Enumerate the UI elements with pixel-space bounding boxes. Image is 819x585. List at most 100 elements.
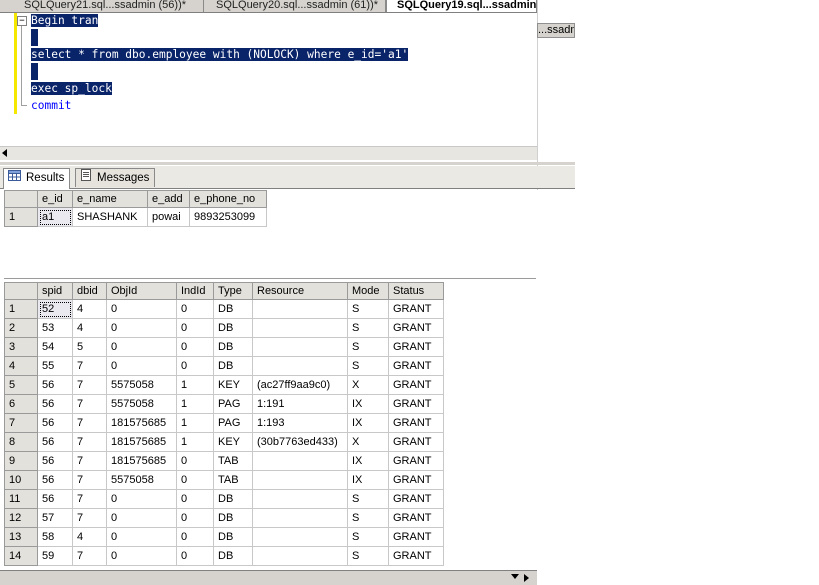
table-cell[interactable]: S (347, 546, 389, 566)
table-cell[interactable]: GRANT (388, 527, 444, 547)
table-cell[interactable]: 57 (37, 508, 73, 528)
table-row[interactable]: 2 53 4 0 0 DB S GRANT (4, 318, 444, 338)
table-cell[interactable]: GRANT (388, 451, 444, 471)
table-row[interactable]: 4 55 7 0 0 DB S GRANT (4, 356, 444, 376)
table-cell[interactable]: 7 (72, 413, 107, 433)
table-cell[interactable]: 54 (37, 337, 73, 357)
column-header[interactable]: Mode (347, 282, 389, 300)
table-cell[interactable] (252, 299, 348, 319)
table-cell[interactable]: GRANT (388, 375, 444, 395)
table-cell[interactable]: 56 (37, 432, 73, 452)
column-header[interactable]: Status (388, 282, 444, 300)
tab-sqlquery20[interactable]: SQLQuery20.sql...ssadmin (61))* (204, 0, 386, 12)
table-cell[interactable]: 181575685 (106, 432, 177, 452)
table-cell[interactable]: S (347, 356, 389, 376)
table-cell[interactable]: TAB (213, 451, 253, 471)
table-cell[interactable]: DB (213, 546, 253, 566)
table-cell[interactable]: 7 (72, 432, 107, 452)
table-cell[interactable]: 53 (37, 318, 73, 338)
table-cell[interactable]: 0 (176, 318, 214, 338)
row-number[interactable]: 13 (4, 527, 38, 547)
side-panel-tab[interactable]: ...ssadm (537, 23, 575, 38)
table-cell[interactable] (252, 489, 348, 509)
table-cell[interactable]: S (347, 318, 389, 338)
results-scrollbar[interactable] (0, 570, 537, 585)
column-header[interactable]: IndId (176, 282, 214, 300)
table-row[interactable]: 1 a1 SHASHANK powai 9893253099 (4, 207, 267, 227)
column-header[interactable]: dbid (72, 282, 107, 300)
table-cell[interactable] (252, 356, 348, 376)
table-cell[interactable]: powai (147, 207, 190, 227)
table-row[interactable]: 6 56 7 5575058 1 PAG 1:191 IX GRANT (4, 394, 444, 414)
table-cell[interactable] (252, 508, 348, 528)
grid-corner[interactable] (4, 282, 38, 300)
column-header[interactable]: e_add (147, 190, 190, 208)
table-cell[interactable]: 7 (72, 489, 107, 509)
table-cell[interactable]: DB (213, 356, 253, 376)
table-cell[interactable]: GRANT (388, 337, 444, 357)
table-cell[interactable]: 0 (106, 299, 177, 319)
table-cell[interactable]: 0 (106, 337, 177, 357)
table-row[interactable]: 3 54 5 0 0 DB S GRANT (4, 337, 444, 357)
table-cell[interactable]: DB (213, 508, 253, 528)
row-number[interactable]: 2 (4, 318, 38, 338)
row-number[interactable]: 9 (4, 451, 38, 471)
table-cell[interactable]: S (347, 508, 389, 528)
table-cell[interactable]: 5575058 (106, 375, 177, 395)
row-number[interactable]: 8 (4, 432, 38, 452)
table-cell[interactable]: 0 (176, 546, 214, 566)
table-cell[interactable]: 56 (37, 413, 73, 433)
table-cell[interactable]: PAG (213, 413, 253, 433)
table-cell[interactable]: 55 (37, 356, 73, 376)
table-cell[interactable]: X (347, 375, 389, 395)
table-cell[interactable]: 56 (37, 451, 73, 471)
table-cell[interactable]: 5575058 (106, 470, 177, 490)
table-cell[interactable]: 0 (176, 299, 214, 319)
collapse-icon[interactable]: − (17, 16, 27, 26)
row-number[interactable]: 6 (4, 394, 38, 414)
scroll-down-icon[interactable] (511, 574, 519, 579)
column-header[interactable]: e_phone_no (189, 190, 267, 208)
table-cell[interactable]: IX (347, 394, 389, 414)
row-number[interactable]: 1 (4, 207, 38, 227)
table-cell[interactable]: 1:193 (252, 413, 348, 433)
table-row[interactable]: 8 56 7 181575685 1 KEY (30b7763ed433) X GRANT (4, 432, 444, 452)
table-cell[interactable]: (30b7763ed433) (252, 432, 348, 452)
table-cell[interactable]: DB (213, 527, 253, 547)
row-number[interactable]: 11 (4, 489, 38, 509)
row-number[interactable]: 5 (4, 375, 38, 395)
table-cell[interactable]: 7 (72, 356, 107, 376)
table-row[interactable]: 12 57 7 0 0 DB S GRANT (4, 508, 444, 528)
table-cell[interactable]: GRANT (388, 318, 444, 338)
table-cell[interactable]: 0 (176, 508, 214, 528)
table-cell[interactable]: 4 (72, 527, 107, 547)
table-cell[interactable]: IX (347, 451, 389, 471)
table-cell[interactable]: 52 (37, 299, 73, 319)
scroll-left-icon[interactable] (2, 149, 7, 157)
table-cell[interactable]: GRANT (388, 470, 444, 490)
table-row[interactable]: 11 56 7 0 0 DB S GRANT (4, 489, 444, 509)
row-number[interactable]: 4 (4, 356, 38, 376)
table-cell[interactable]: GRANT (388, 489, 444, 509)
tab-messages[interactable]: Messages (75, 168, 156, 187)
table-cell[interactable]: 7 (72, 394, 107, 414)
scroll-right-icon[interactable] (524, 574, 529, 582)
table-row[interactable]: 7 56 7 181575685 1 PAG 1:193 IX GRANT (4, 413, 444, 433)
table-cell[interactable]: GRANT (388, 413, 444, 433)
table-cell[interactable]: 0 (106, 546, 177, 566)
table-cell[interactable]: 181575685 (106, 451, 177, 471)
table-cell[interactable]: 4 (72, 299, 107, 319)
table-cell[interactable]: 0 (176, 356, 214, 376)
row-number[interactable]: 14 (4, 546, 38, 566)
table-cell[interactable]: GRANT (388, 432, 444, 452)
table-cell[interactable]: 1:191 (252, 394, 348, 414)
table-cell[interactable]: 56 (37, 375, 73, 395)
tab-sqlquery21[interactable]: SQLQuery21.sql...ssadmin (56))* (0, 0, 204, 12)
table-cell[interactable]: 1 (176, 375, 214, 395)
row-number[interactable]: 10 (4, 470, 38, 490)
table-cell[interactable]: 181575685 (106, 413, 177, 433)
editor-horizontal-scrollbar[interactable] (0, 146, 537, 160)
table-cell[interactable]: 58 (37, 527, 73, 547)
table-cell[interactable]: KEY (213, 375, 253, 395)
table-cell[interactable]: DB (213, 337, 253, 357)
